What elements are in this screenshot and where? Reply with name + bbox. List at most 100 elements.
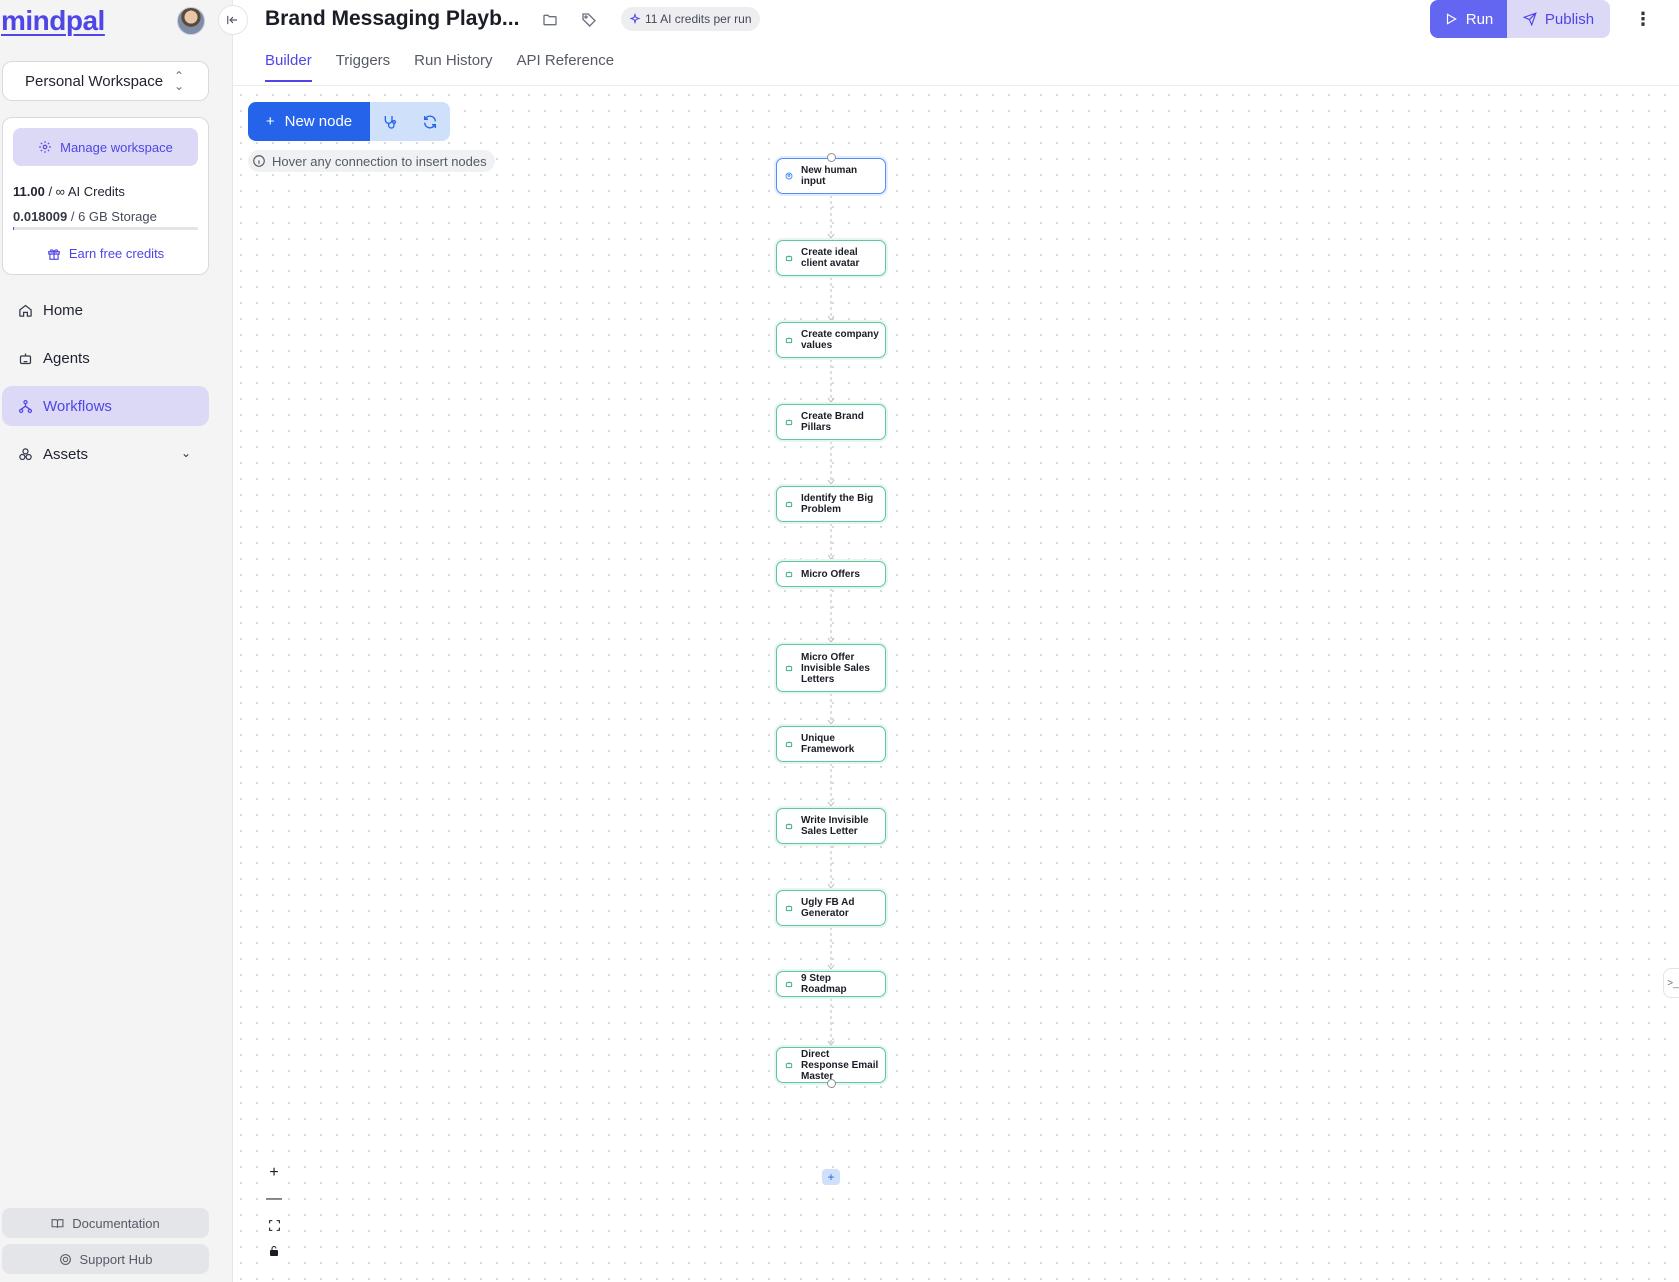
lock-button[interactable] [261, 1238, 287, 1264]
workflow-node[interactable]: Micro Offers [776, 561, 886, 587]
canvas-toolbar: + New node [248, 102, 450, 141]
sparkle-icon [629, 13, 641, 25]
nav-agents[interactable]: Agents [2, 338, 209, 378]
folder-icon [543, 14, 557, 26]
workspace-name: Personal Workspace [25, 72, 164, 90]
assets-icon [19, 447, 32, 460]
tag-button[interactable] [578, 9, 600, 31]
zoom-out-button[interactable]: — [261, 1186, 287, 1212]
tab-api-reference[interactable]: API Reference [517, 52, 615, 81]
workflow-node-label: Identify the Big Problem [801, 493, 874, 515]
new-node-button[interactable]: + New node [248, 102, 370, 141]
fit-view-icon [268, 1219, 280, 1231]
manage-workspace-button[interactable]: Manage workspace [13, 128, 198, 166]
gear-icon [39, 141, 51, 153]
workflow-icon [18, 399, 33, 413]
tag-icon [582, 13, 596, 27]
chevron-down-icon[interactable]: ⌄ [181, 446, 191, 460]
refresh-button[interactable] [410, 102, 450, 141]
workflow-node[interactable]: Create Brand Pillars [776, 404, 886, 440]
home-icon [19, 304, 32, 317]
robot-icon [785, 254, 793, 262]
input-handle[interactable] [826, 153, 836, 162]
workflow-node[interactable]: Write Invisible Sales Letter [776, 808, 886, 844]
workflow-node[interactable]: Unique Framework [776, 726, 886, 762]
chevron-up-down-icon: ⌃ ⌄ [173, 69, 184, 93]
publish-button[interactable]: Publish [1507, 0, 1610, 38]
more-options-icon[interactable]: ⋮ [1633, 8, 1653, 30]
robot-icon [785, 1061, 793, 1069]
workflow-node-label: Micro Offer Invisible Sales Letters [801, 651, 870, 685]
support-hub-button[interactable]: Support Hub [2, 1244, 209, 1274]
workflow-node[interactable]: Ugly FB Ad Generator [776, 890, 886, 926]
workflow-node[interactable]: New human input [776, 153, 886, 194]
fit-view-button[interactable] [261, 1212, 287, 1238]
earn-free-credits-label: Earn free credits [68, 246, 165, 261]
robot-icon [785, 822, 793, 830]
workflow-node[interactable]: Identify the Big Problem [776, 486, 886, 522]
header: Brand Messaging Playb... 11 AI credits p… [233, 0, 1679, 86]
tab-run-history[interactable]: Run History [414, 52, 492, 81]
nav-agents-label: Agents [43, 349, 90, 367]
nav-workflows[interactable]: Workflows [2, 386, 209, 426]
workflow-node-label: Micro Offers [801, 568, 860, 580]
tab-builder[interactable]: Builder [265, 52, 312, 82]
plus-icon: + [265, 113, 275, 130]
page-title[interactable]: Brand Messaging Playb... [265, 7, 519, 31]
documentation-label: Documentation [72, 1215, 160, 1231]
workflow-node-label: Unique Framework [801, 733, 855, 755]
robot-icon [785, 664, 793, 672]
avatar[interactable] [177, 7, 205, 35]
publish-label: Publish [1544, 10, 1595, 28]
nav-workflows-label: Workflows [43, 397, 112, 415]
folder-button[interactable] [539, 9, 561, 31]
workflow-node[interactable]: 9 Step Roadmap [776, 971, 886, 997]
diagnose-button[interactable] [370, 102, 410, 141]
credits-per-run-badge: 11 AI credits per run [621, 7, 760, 31]
connections-layer [827, 195, 835, 1046]
documentation-button[interactable]: Documentation [2, 1208, 209, 1238]
tab-triggers[interactable]: Triggers [336, 52, 390, 81]
gift-icon [47, 248, 60, 260]
nav-home[interactable]: Home [2, 290, 209, 330]
nav-assets[interactable]: Assets ⌄ [2, 434, 209, 474]
workflow-node[interactable]: Create ideal client avatar [776, 240, 886, 276]
run-label: Run [1465, 10, 1494, 28]
lock-icon [270, 1246, 278, 1256]
insert-hint-label: Hover any connection to insert nodes [272, 153, 487, 169]
storage-value: 0.018009 [13, 209, 68, 224]
workflow-node[interactable]: Direct Response Email Master [776, 1047, 886, 1088]
workflow-node[interactable]: Create company values [776, 322, 886, 358]
workflow-node-label: Ugly FB Ad Generator [801, 897, 855, 919]
ai-credits-suffix: / ∞ AI Credits [44, 184, 125, 199]
storage-usage: 0.018009 / 6 GB Storage [13, 209, 157, 224]
mindpal-logo[interactable]: mindpal [1, 5, 105, 37]
storage-bar [13, 227, 198, 230]
workspace-select[interactable]: Personal Workspace ⌃ ⌄ [2, 61, 209, 101]
ai-credits-value: 11.00 [13, 184, 45, 199]
storage-suffix: / 6 GB Storage [67, 209, 157, 224]
storage-bar-fill [13, 227, 14, 230]
collapse-sidebar-button[interactable] [218, 5, 248, 35]
zoom-in-button[interactable]: + [261, 1160, 287, 1186]
workflow-node-label: Create company values [801, 329, 879, 351]
run-button[interactable]: Run [1430, 0, 1507, 38]
manage-workspace-label: Manage workspace [60, 139, 173, 155]
workflow-canvas[interactable]: + New node Hover any connection to inser… [233, 87, 1679, 1282]
robot-icon [785, 336, 793, 344]
robot-icon [785, 740, 793, 748]
robot-icon [785, 418, 793, 426]
earn-free-credits-link[interactable]: Earn free credits [3, 246, 208, 261]
workflow-node-label: Create Brand Pillars [801, 411, 864, 433]
workflow-node[interactable]: Micro Offer Invisible Sales Letters [776, 644, 886, 692]
workspace-card: Manage workspace 11.00 / ∞ AI Credits 0.… [2, 117, 209, 275]
expand-panel-button[interactable]: >_ [1663, 968, 1679, 998]
workflow-node-label: New human input [801, 165, 858, 187]
collapse-left-icon [227, 15, 238, 25]
workflow-node-label: 9 Step Roadmap [801, 973, 847, 995]
nav-assets-label: Assets [43, 445, 89, 463]
new-node-label: New node [284, 113, 353, 130]
output-handle[interactable] [826, 1079, 836, 1088]
workflow-node-label: Create ideal client avatar [801, 247, 860, 269]
add-node-button[interactable]: + [822, 1169, 840, 1185]
